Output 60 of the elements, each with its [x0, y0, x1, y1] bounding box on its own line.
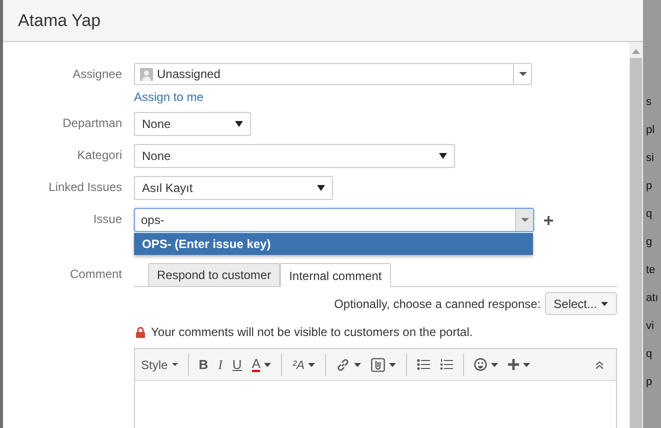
- caret-icon[interactable]: [308, 362, 316, 366]
- select-field[interactable]: Asıl Kayıt: [134, 176, 333, 200]
- select-field[interactable]: None: [134, 144, 455, 168]
- page-text: q: [645, 208, 654, 220]
- collapse-icon[interactable]: [595, 360, 604, 368]
- visibility-notice: Your comments will not be visible to customers on the portal.: [151, 325, 473, 339]
- avatar-icon: [140, 68, 153, 80]
- field-label: Comment: [68, 266, 123, 283]
- page-text: s: [645, 96, 652, 108]
- page-text: q: [645, 348, 654, 360]
- assign-to-me-link[interactable]: Assign to me: [134, 90, 532, 104]
- bullet-list-icon[interactable]: [417, 359, 430, 370]
- caret-icon[interactable]: [354, 362, 362, 366]
- underline-button[interactable]: U: [232, 357, 242, 372]
- caret-icon: [439, 153, 447, 159]
- field-label: Assignee: [72, 66, 123, 83]
- field-label: Departman: [62, 115, 123, 132]
- page-text: te: [645, 264, 656, 276]
- lock-icon: [136, 326, 145, 338]
- field-label: Kategori: [76, 147, 123, 164]
- caret-icon: [520, 218, 528, 222]
- caret-icon: [317, 185, 325, 191]
- issue-field[interactable]: ops-: [134, 208, 534, 232]
- page-text: p: [645, 376, 654, 388]
- page-text: g: [645, 236, 654, 248]
- emoji-icon[interactable]: [474, 358, 488, 371]
- scrollbar[interactable]: [629, 42, 643, 428]
- comment-tab[interactable]: Internal comment: [280, 263, 391, 287]
- text-color-button[interactable]: A: [252, 358, 260, 372]
- canned-response-dropdown[interactable]: Select...: [544, 292, 617, 315]
- comment-tab[interactable]: Respond to customer: [148, 263, 280, 286]
- page-text: atı: [645, 292, 660, 304]
- field-label: Issue: [92, 211, 123, 228]
- caret-icon[interactable]: [264, 362, 272, 366]
- caret-icon[interactable]: [491, 362, 498, 366]
- page-text: vi: [645, 320, 655, 332]
- add-icon[interactable]: [544, 216, 553, 224]
- page-text: pl: [645, 124, 656, 136]
- assignee-select[interactable]: Unassigned: [134, 63, 532, 85]
- caret-icon: [235, 121, 243, 127]
- canned-response-label: Optionally, choose a canned response:: [334, 296, 541, 310]
- numbered-list-icon[interactable]: [440, 359, 454, 370]
- bold-button[interactable]: B: [198, 357, 208, 372]
- caret-icon[interactable]: [389, 362, 396, 366]
- text-effects-button[interactable]: ²A: [292, 358, 304, 372]
- link-icon[interactable]: [336, 358, 350, 372]
- field-label: Linked Issues: [48, 179, 123, 196]
- dialog-title: Atama Yap: [18, 10, 101, 30]
- caret-icon: [601, 302, 608, 306]
- plus-icon[interactable]: [508, 359, 520, 370]
- caret-icon: [518, 72, 526, 76]
- caret-icon[interactable]: [523, 362, 530, 366]
- suggestion-item[interactable]: OPS- (Enter issue key): [134, 233, 533, 255]
- page-text: p: [645, 180, 654, 192]
- italic-button[interactable]: I: [218, 356, 222, 372]
- page-text: si: [645, 152, 655, 164]
- attachment-icon[interactable]: [371, 358, 386, 372]
- style-dropdown[interactable]: Style: [141, 358, 178, 372]
- select-field[interactable]: None: [134, 112, 251, 136]
- comment-editor[interactable]: Style B I U A ²A: [134, 348, 617, 428]
